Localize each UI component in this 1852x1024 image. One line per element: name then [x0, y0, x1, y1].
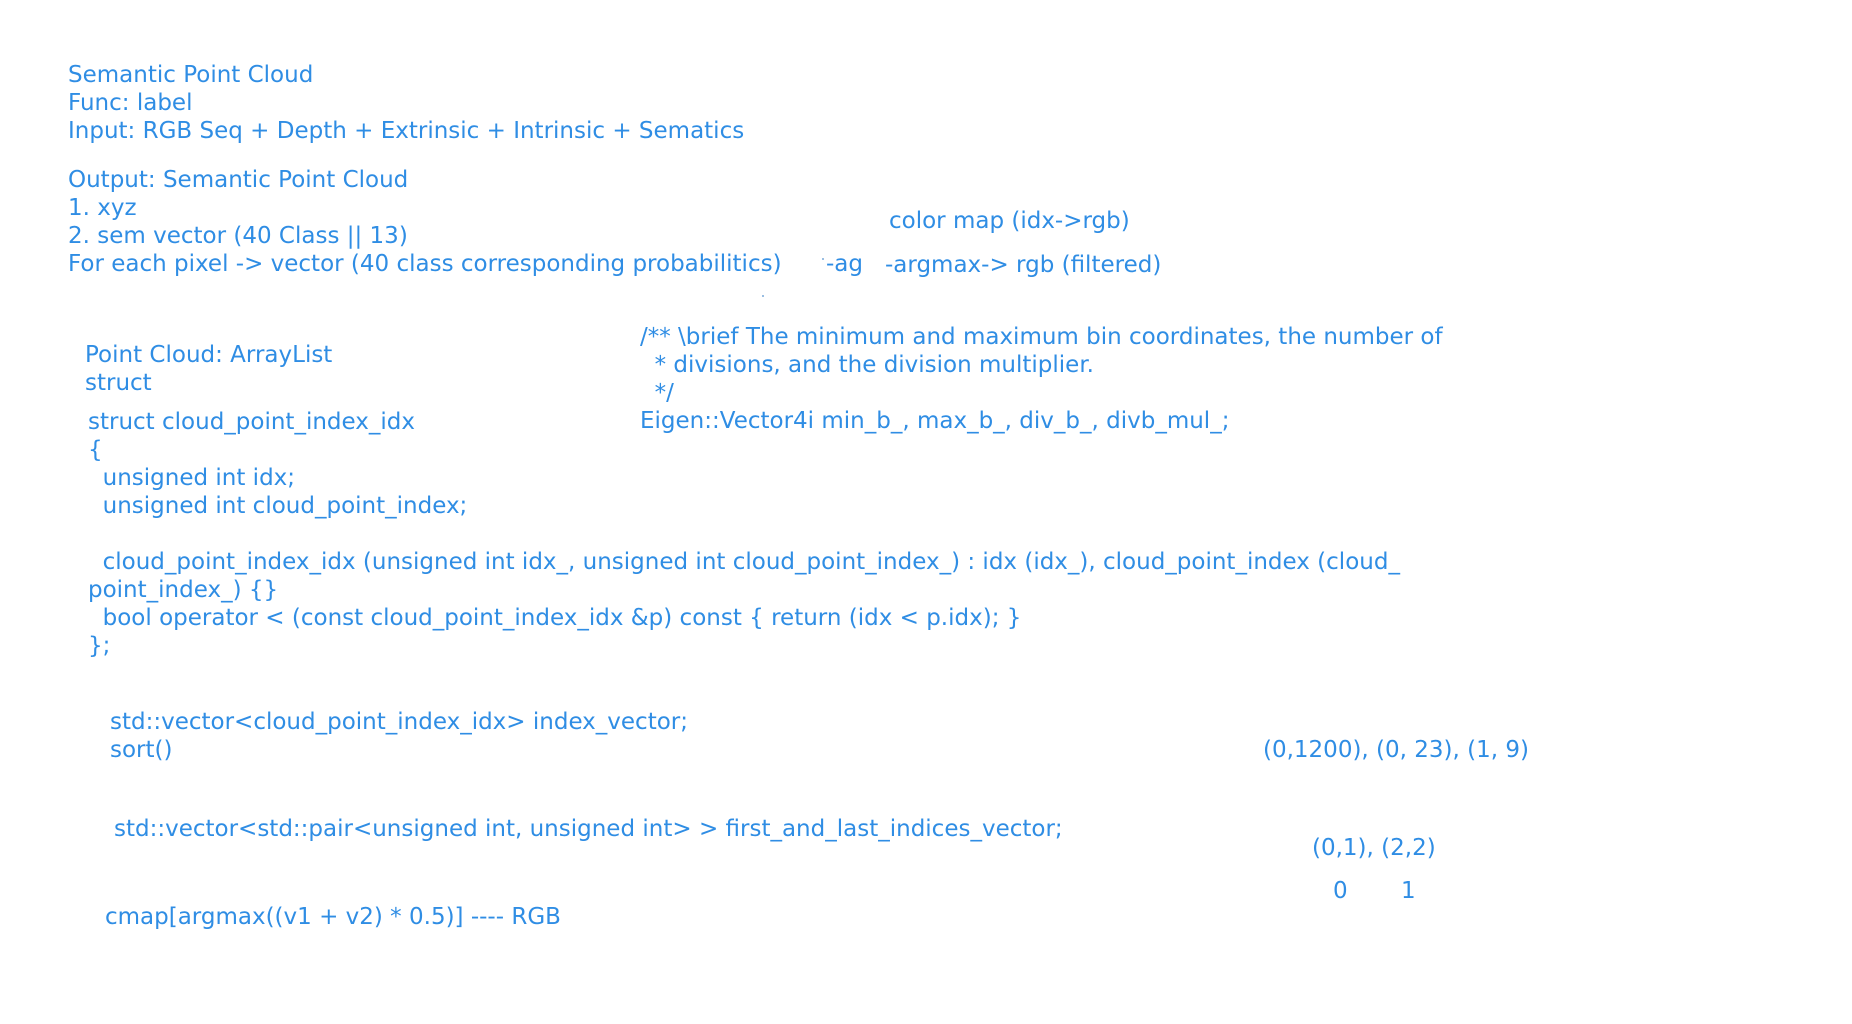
- doc-comment-line-2: * divisions, and the division multiplier…: [640, 352, 1094, 378]
- pairs-example-1: (0,1200), (0, 23), (1, 9): [1263, 737, 1529, 763]
- index-label-0: 0: [1333, 878, 1348, 904]
- argmax-rgb-line: -argmax-> rgb (filtered): [885, 252, 1162, 278]
- cmap-line: cmap[argmax((v1 + v2) * 0.5)] ---- RGB: [105, 904, 561, 930]
- code-field-idx: unsigned int idx;: [88, 465, 296, 491]
- doc-comment-line-3: */: [640, 380, 674, 406]
- point-cloud-struct: struct: [85, 370, 152, 396]
- code-constructor: cloud_point_index_idx (unsigned int idx_…: [88, 549, 1400, 575]
- per-pixel-line: For each pixel -> vector (40 class corre…: [68, 251, 782, 277]
- func-line: Func: label: [68, 90, 193, 116]
- code-open-brace: {: [88, 437, 103, 463]
- output-item-sem-vector: 2. sem vector (40 Class || 13): [68, 223, 408, 249]
- doc-comment-line-1: /** \brief The minimum and maximum bin c…: [640, 324, 1443, 350]
- code-close-brace: };: [88, 633, 111, 659]
- eigen-declaration: Eigen::Vector4i min_b_, max_b_, div_b_, …: [640, 408, 1230, 434]
- output-item-xyz: 1. xyz: [68, 195, 137, 221]
- stray-dot-1: [822, 258, 824, 260]
- point-cloud-title: Point Cloud: ArrayList: [85, 342, 333, 368]
- pairs-vector-decl: std::vector<std::pair<unsigned int, unsi…: [114, 816, 1063, 842]
- code-constructor-cont: point_index_) {}: [88, 577, 279, 603]
- pairs-example-2: (0,1), (2,2): [1312, 835, 1436, 861]
- code-struct-decl: struct cloud_point_index_idx: [88, 409, 415, 435]
- color-map-label: color map (idx->rgb): [889, 208, 1130, 234]
- output-title: Output: Semantic Point Cloud: [68, 167, 409, 193]
- index-vector-decl: std::vector<cloud_point_index_idx> index…: [110, 709, 688, 735]
- index-label-1: 1: [1401, 878, 1416, 904]
- sort-call: sort(): [110, 737, 173, 763]
- input-line: Input: RGB Seq + Depth + Extrinsic + Int…: [68, 118, 745, 144]
- argmax-stub: -ag: [826, 251, 863, 277]
- page-title: Semantic Point Cloud: [68, 62, 314, 88]
- stray-dot-2: [762, 295, 764, 297]
- code-field-cloud-point-index: unsigned int cloud_point_index;: [88, 493, 468, 519]
- code-operator: bool operator < (const cloud_point_index…: [88, 605, 1022, 631]
